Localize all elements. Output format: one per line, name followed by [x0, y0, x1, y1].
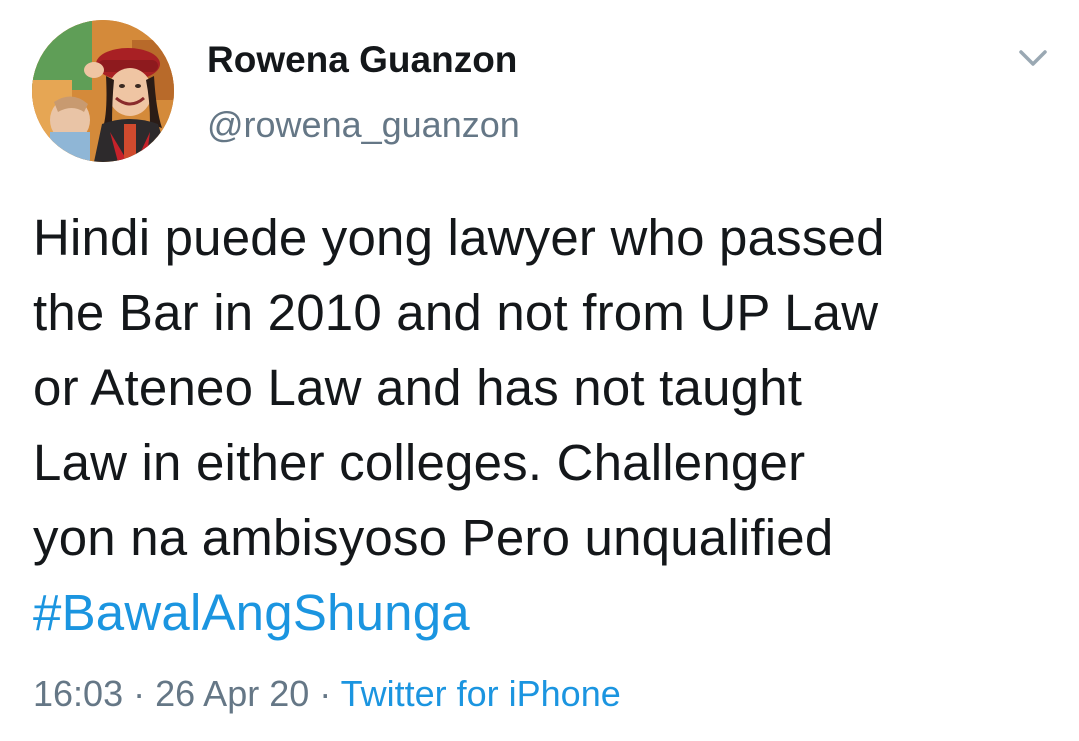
tweet-card: Rowena Guanzon @rowena_guanzon Hindi pue…	[0, 0, 1079, 741]
hashtag-link[interactable]: #BawalAngShunga	[33, 575, 1043, 650]
avatar-photo-icon	[32, 20, 174, 162]
author-avatar[interactable]	[32, 20, 174, 162]
author-info: Rowena Guanzon @rowena_guanzon	[207, 38, 520, 146]
tweet-date[interactable]: 26 Apr 20	[155, 673, 309, 714]
meta-separator: ·	[133, 673, 146, 714]
tweet-text: Hindi puede yong lawyer who passed the B…	[33, 200, 1043, 650]
author-handle[interactable]: @rowena_guanzon	[207, 104, 520, 146]
tweet-text-line: yon na ambisyoso Pero unqualified	[33, 509, 834, 566]
tweet-text-line: Law in either colleges. Challenger	[33, 434, 806, 491]
tweet-text-line: Hindi puede yong lawyer who passed	[33, 209, 885, 266]
tweet-text-line: the Bar in 2010 and not from UP Law	[33, 284, 879, 341]
tweet-source-link[interactable]: Twitter for iPhone	[341, 673, 621, 714]
chevron-down-icon	[1019, 50, 1047, 66]
tweet-menu-button[interactable]	[1016, 44, 1050, 74]
author-display-name[interactable]: Rowena Guanzon	[207, 38, 520, 82]
tweet-text-line: or Ateneo Law and has not taught	[33, 359, 803, 416]
tweet-time[interactable]: 16:03	[33, 673, 123, 714]
meta-separator: ·	[319, 673, 332, 714]
tweet-metadata: 16:03 · 26 Apr 20 · Twitter for iPhone	[33, 671, 621, 717]
